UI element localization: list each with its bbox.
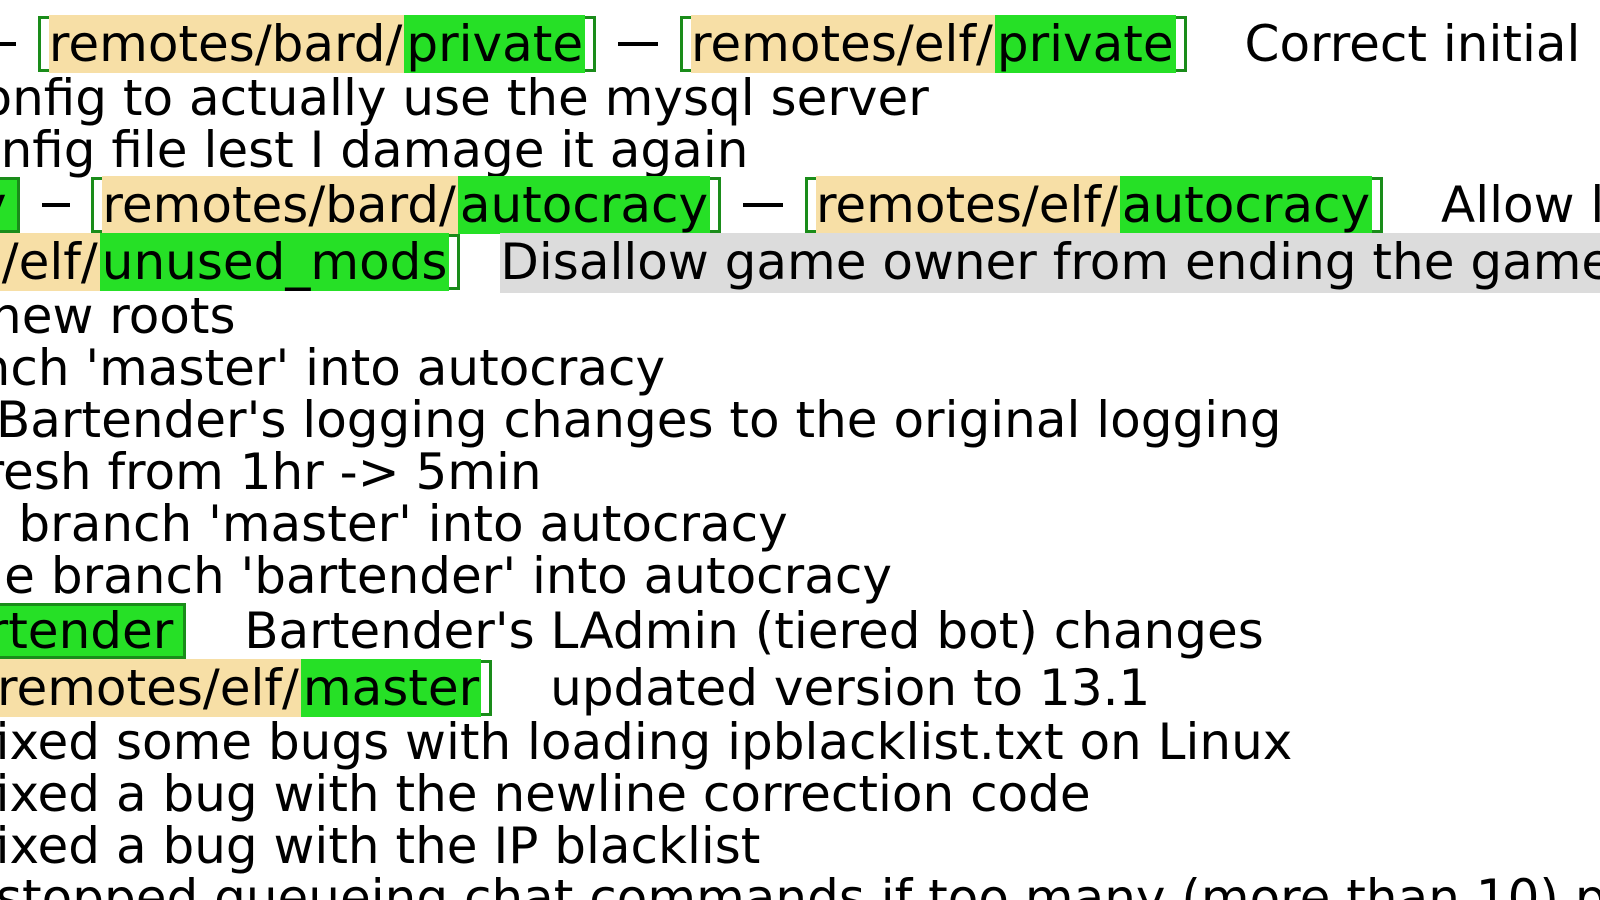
- ref-partial[interactable]: y: [0, 177, 20, 233]
- commit-message-selected: Disallow game owner from ending the game…: [500, 233, 1600, 293]
- commit-message: updated version to 13.1: [550, 659, 1150, 717]
- ref-remote-label: remotes/bard/: [49, 15, 404, 73]
- commit-message: new roots: [0, 287, 236, 345]
- commit-row[interactable]: Bartender's logging changes to the origi…: [0, 395, 1600, 446]
- graph-edge: [0, 15, 18, 73]
- ref-branch-label: artender: [0, 602, 175, 660]
- commit-message: Bartender's logging changes to the origi…: [0, 391, 1282, 449]
- commit-message: config to actually use the mysql server: [0, 69, 929, 127]
- ref-elf-master[interactable]: remotes/elf/master: [0, 660, 492, 716]
- commit-row[interactable]: erge branch 'bartender' into autocracy: [0, 551, 1600, 602]
- ref-remote-label: es/elf/: [0, 233, 100, 291]
- graph-edge: [618, 42, 658, 46]
- commit-message: ge branch 'master' into autocracy: [0, 495, 788, 553]
- commit-message: erge branch 'bartender' into autocracy: [0, 547, 892, 605]
- ref-elf-private[interactable]: remotes/elf/private: [680, 16, 1187, 72]
- commit-message: onfig file lest I damage it again: [0, 121, 748, 179]
- ref-bard-private[interactable]: remotes/bard/private: [38, 16, 596, 72]
- commit-message: Allow lesser ad: [1441, 176, 1600, 234]
- ref-branch-label: private: [995, 15, 1176, 73]
- graph-edge: [42, 203, 70, 207]
- ref-bartender[interactable]: artender: [0, 603, 186, 659]
- commit-row[interactable]: artender Bartender's LAdmin (tiered bot)…: [0, 603, 1600, 659]
- commit-row[interactable]: fixed a bug with the newline correction …: [0, 769, 1600, 820]
- commit-row[interactable]: remotes/bard/private remotes/elf/private…: [0, 16, 1600, 72]
- ref-bard-autocracy[interactable]: remotes/bard/autocracy: [91, 177, 721, 233]
- commit-row[interactable]: stopped queueing chat commands if too ma…: [0, 873, 1600, 900]
- commit-row[interactable]: onfig file lest I damage it again: [0, 125, 1600, 176]
- commit-message: fixed some bugs with loading ipblacklist…: [0, 713, 1292, 771]
- ref-remote-label: remotes/elf/: [0, 659, 301, 717]
- ref-branch-label: private: [404, 15, 585, 73]
- ref-branch-label: master: [301, 659, 481, 717]
- commit-message: fresh from 1hr -> 5min: [0, 443, 542, 501]
- graph-edge: [743, 203, 783, 207]
- commit-row[interactable]: ge branch 'master' into autocracy: [0, 499, 1600, 550]
- ref-elf-autocracy[interactable]: remotes/elf/autocracy: [805, 177, 1383, 233]
- commit-row[interactable]: fresh from 1hr -> 5min: [0, 447, 1600, 498]
- ref-remote-label: remotes/elf/: [691, 15, 995, 73]
- ref-branch-label: unused_mods: [100, 233, 450, 291]
- ref-remote-label: remotes/bard/: [102, 176, 457, 234]
- commit-row[interactable]: new roots: [0, 291, 1600, 342]
- commit-message: fixed a bug with the newline correction …: [0, 765, 1091, 823]
- ref-branch-label: autocracy: [1120, 176, 1372, 234]
- commit-message: anch 'master' into autocracy: [0, 339, 665, 397]
- commit-row[interactable]: config to actually use the mysql server: [0, 73, 1600, 124]
- ref-branch-label: y: [0, 176, 9, 234]
- commit-row[interactable]: y remotes/bard/autocracy remotes/elf/aut…: [0, 177, 1600, 233]
- commit-message: Bartender's LAdmin (tiered bot) changes: [244, 602, 1264, 660]
- ref-remote-label: remotes/elf/: [816, 176, 1120, 234]
- commit-message: stopped queueing chat commands if too ma…: [0, 869, 1600, 900]
- commit-row[interactable]: fixed some bugs with loading ipblacklist…: [0, 717, 1600, 768]
- commit-row[interactable]: anch 'master' into autocracy: [0, 343, 1600, 394]
- commit-row[interactable]: fixed a bug with the IP blacklist: [0, 821, 1600, 872]
- ref-elf-unused-mods[interactable]: es/elf/unused_mods: [0, 234, 460, 290]
- commit-message: Correct initial map that is: [1245, 15, 1600, 73]
- git-log-view: remotes/bard/private remotes/elf/private…: [0, 0, 1600, 900]
- commit-row[interactable]: es/elf/unused_mods Disallow game owner f…: [0, 234, 1600, 290]
- commit-row[interactable]: remotes/elf/master updated version to 13…: [0, 660, 1600, 716]
- commit-message: fixed a bug with the IP blacklist: [0, 817, 760, 875]
- ref-branch-label: autocracy: [458, 176, 710, 234]
